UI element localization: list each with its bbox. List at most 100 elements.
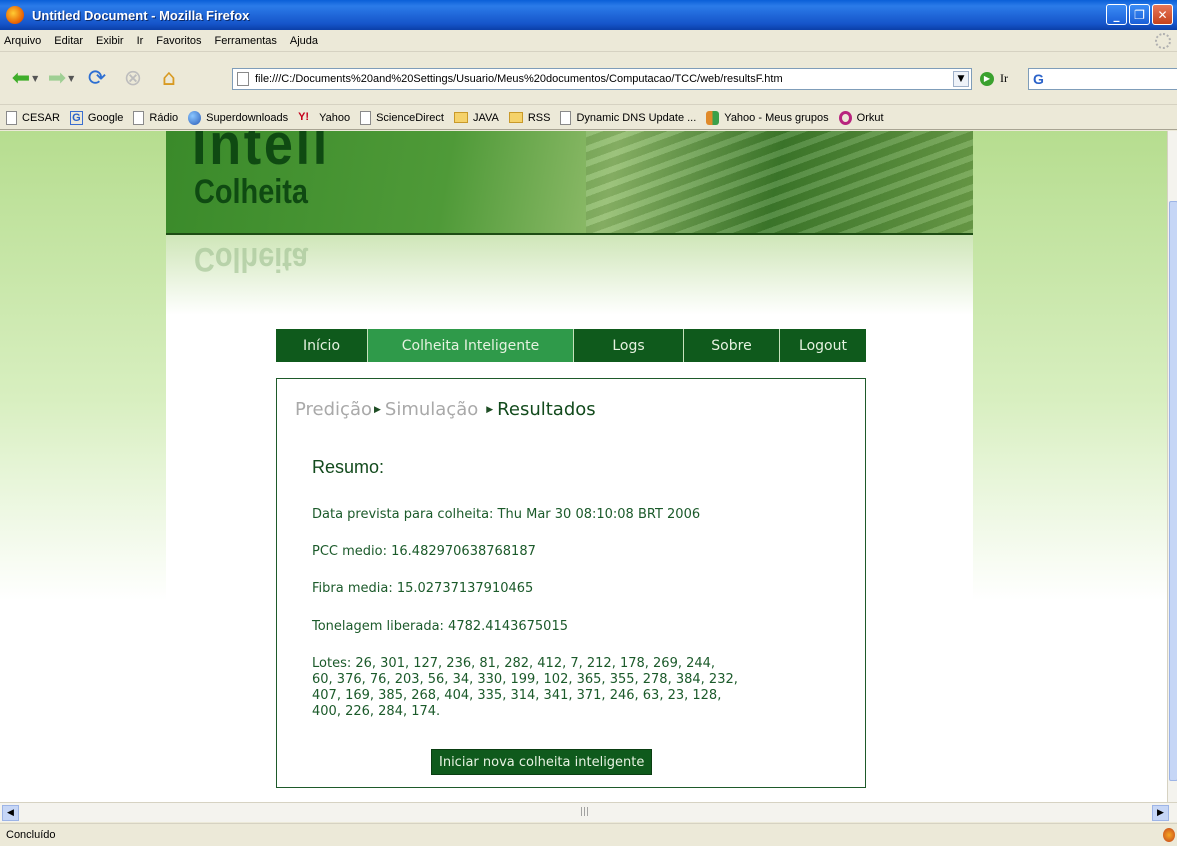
fibra-media: Fibra media: 15.02737137910465 (312, 581, 534, 596)
window-controls: _ ❐ ✕ (1106, 4, 1173, 25)
status-bar: Concluído (0, 823, 1177, 846)
bookmarks-toolbar: CESAR G Google Rádio Superdownloads Y! Yah… (0, 106, 1177, 130)
breadcrumb-arrow-icon: ▶ (486, 404, 494, 415)
menu-editar[interactable]: Editar (54, 35, 83, 47)
bookmark-radio[interactable]: Rádio (133, 110, 179, 125)
site-banner: Intell Colheita (166, 131, 973, 235)
menu-arquivo[interactable]: Arquivo (4, 35, 41, 47)
forward-button[interactable]: ➡ ▼ (46, 64, 76, 94)
breadcrumb-resultados: Resultados (497, 399, 596, 420)
menu-ir[interactable]: Ir (137, 35, 144, 47)
new-harvest-button[interactable]: Iniciar nova colheita inteligente (431, 749, 653, 775)
reload-button[interactable]: ⟳ (82, 64, 112, 94)
lotes-line: 400, 226, 284, 174. (312, 704, 441, 719)
bookmark-sciencedirect[interactable]: ScienceDirect (360, 110, 444, 125)
nav-logs[interactable]: Logs (574, 329, 684, 362)
bookmark-label: Google (87, 111, 124, 124)
reload-icon: ⟳ (87, 66, 107, 91)
go-icon: ▶ (980, 71, 994, 86)
breadcrumb: Predição ▶ Simulação ▶ Resultados (295, 399, 596, 420)
google-icon: G (69, 110, 83, 125)
vertical-scroll-thumb[interactable] (1169, 201, 1177, 781)
minimize-button[interactable]: _ (1106, 4, 1127, 25)
bookmark-yahoo-groups[interactable]: Yahoo - Meus grupos (706, 110, 829, 125)
throbber-icon (1155, 33, 1171, 49)
page-icon (360, 110, 372, 125)
status-icon (1163, 828, 1175, 842)
nav-colheita-inteligente[interactable]: Colheita Inteligente (368, 329, 574, 362)
bookmark-label: RSS (527, 111, 551, 124)
page-icon (6, 110, 17, 125)
harvest-date: Data prevista para colheita: Thu Mar 30 … (312, 507, 701, 522)
page-viewport: Intell Colheita Colheita Início Colheita… (0, 131, 1167, 802)
site-nav: Início Colheita Inteligente Logs Sobre L… (276, 329, 866, 362)
address-dropdown-icon[interactable]: ▼ (953, 71, 969, 87)
yahoo-icon: Y! (298, 110, 310, 123)
page-icon (560, 110, 572, 125)
bookmark-cesar[interactable]: CESAR (6, 110, 60, 125)
bookmark-dynamic-dns[interactable]: Dynamic DNS Update ... (560, 110, 696, 125)
restore-button[interactable]: ❐ (1129, 4, 1150, 25)
site-logo-top: Intell (192, 131, 331, 177)
menu-ajuda[interactable]: Ajuda (290, 35, 318, 47)
page-icon (133, 110, 145, 125)
menu-exibir[interactable]: Exibir (96, 35, 124, 47)
back-dropdown-icon[interactable]: ▼ (32, 74, 38, 83)
address-text[interactable]: file:///C:/Documents%20and%20Settings/Us… (255, 73, 953, 85)
bookmark-label: Rádio (149, 111, 179, 124)
stop-button[interactable]: ⊗ (118, 64, 148, 94)
window-titlebar: Untitled Document - Mozilla Firefox _ ❐ … (0, 0, 1177, 30)
google-search-icon[interactable]: G (1033, 71, 1044, 87)
go-label: Ir (1000, 71, 1008, 85)
bookmark-label: Yahoo - Meus grupos (724, 111, 829, 124)
results-panel: Predição ▶ Simulação ▶ Resultados Resumo… (276, 378, 866, 788)
lotes-line: 60, 376, 76, 203, 56, 34, 330, 199, 102,… (312, 672, 738, 687)
back-button[interactable]: ⬅ ▼ (10, 64, 40, 94)
folder-icon (453, 112, 468, 123)
forward-dropdown-icon[interactable]: ▼ (68, 74, 74, 83)
lotes-list: Lotes: 26, 301, 127, 236, 81, 282, 412, … (312, 656, 842, 720)
orkut-icon (838, 110, 852, 125)
horizontal-scrollbar[interactable]: ◀ ||| ▶ (0, 802, 1177, 822)
go-button[interactable]: ▶ Ir (980, 71, 1008, 86)
forward-arrow-icon: ➡ (47, 66, 67, 91)
scroll-right-icon[interactable]: ▶ (1152, 805, 1169, 821)
menu-ferramentas[interactable]: Ferramentas (215, 35, 277, 47)
menu-favoritos[interactable]: Favoritos (156, 35, 201, 47)
site-logo-bottom: Colheita (194, 173, 309, 211)
bookmark-yahoo[interactable]: Y! Yahoo (298, 111, 350, 125)
back-arrow-icon: ⬅ (11, 66, 31, 91)
status-text: Concluído (6, 829, 56, 841)
left-gradient-background (0, 131, 166, 802)
nav-sobre[interactable]: Sobre (684, 329, 780, 362)
lotes-line: 407, 169, 385, 268, 404, 335, 314, 341, … (312, 688, 722, 703)
vertical-scrollbar[interactable] (1167, 131, 1177, 802)
bookmark-folder-java[interactable]: JAVA (453, 111, 499, 124)
breadcrumb-predicao[interactable]: Predição (295, 399, 372, 420)
bookmark-label: JAVA (472, 111, 499, 124)
menu-bar: Arquivo Editar Exibir Ir Favoritos Ferra… (0, 30, 1177, 52)
pcc-medio: PCC medio: 16.482970638768187 (312, 544, 536, 559)
close-button[interactable]: ✕ (1152, 4, 1173, 25)
nav-inicio[interactable]: Início (276, 329, 368, 362)
bookmark-folder-rss[interactable]: RSS (508, 111, 551, 124)
search-box[interactable]: G (1028, 68, 1177, 90)
firefox-icon (6, 6, 24, 24)
breadcrumb-simulacao[interactable]: Simulação (385, 399, 478, 420)
lotes-line: Lotes: 26, 301, 127, 236, 81, 282, 412, … (312, 656, 716, 671)
tonelagem-liberada: Tonelagem liberada: 4782.4143675015 (312, 619, 568, 634)
bookmark-google[interactable]: G Google (69, 110, 124, 125)
folder-icon (508, 112, 523, 123)
bookmark-orkut[interactable]: Orkut (838, 110, 884, 125)
home-icon: ⌂ (162, 66, 176, 91)
globe-icon (188, 110, 202, 125)
nav-logout[interactable]: Logout (780, 329, 866, 362)
scroll-left-icon[interactable]: ◀ (2, 805, 19, 821)
scroll-grip-icon: ||| (580, 807, 590, 817)
window-title: Untitled Document - Mozilla Firefox (32, 7, 250, 23)
navigation-toolbar: ⬅ ▼ ➡ ▼ ⟳ ⊗ ⌂ file:///C:/Documents%20and%2… (0, 53, 1177, 105)
groups-icon (706, 110, 720, 125)
address-bar[interactable]: file:///C:/Documents%20and%20Settings/Us… (232, 68, 972, 90)
home-button[interactable]: ⌂ (154, 64, 184, 94)
bookmark-superdownloads[interactable]: Superdownloads (188, 110, 288, 125)
